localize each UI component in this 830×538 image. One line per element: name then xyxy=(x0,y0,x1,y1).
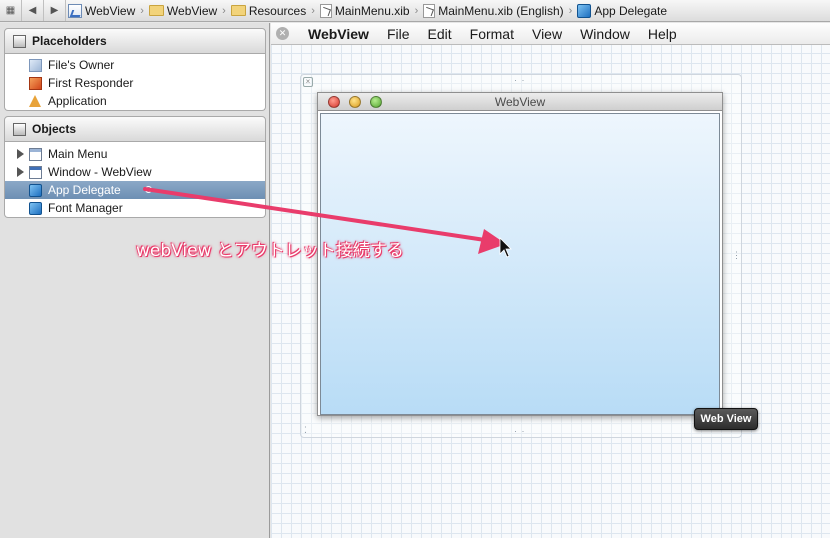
list-item-main-menu[interactable]: Main Menu xyxy=(5,145,265,163)
breadcrumb-separator-icon: › xyxy=(311,4,315,17)
list-item-label: Application xyxy=(48,94,107,108)
breadcrumb-label: MainMenu.xib (English) xyxy=(438,3,564,18)
first-responder-icon xyxy=(29,76,42,90)
close-icon[interactable]: ✕ xyxy=(276,27,289,40)
resize-handle-icon[interactable]: ⁚ xyxy=(304,425,308,436)
breadcrumb-item[interactable]: App Delegate xyxy=(575,3,669,18)
menu-icon xyxy=(29,147,42,161)
annotation-label: webView とアウトレット接続する xyxy=(136,241,404,261)
resize-handle-icon[interactable]: · · xyxy=(514,426,526,436)
web-view[interactable] xyxy=(320,113,720,415)
folder-icon xyxy=(148,5,164,16)
window-title: WebView xyxy=(494,95,546,109)
menu-item-view[interactable]: View xyxy=(523,26,571,42)
list-item-first-responder[interactable]: First Responder xyxy=(5,74,265,92)
placeholders-list: File's Owner First Responder Application xyxy=(4,54,266,111)
application-icon xyxy=(29,94,42,108)
menu-item-app[interactable]: WebView xyxy=(299,26,378,42)
list-item-label: Font Manager xyxy=(48,201,123,215)
files-owner-icon xyxy=(29,58,42,72)
cube-icon xyxy=(577,3,592,18)
list-item-application[interactable]: Application xyxy=(5,92,265,110)
breadcrumb-separator-icon: › xyxy=(140,4,144,17)
placeholders-header: Placeholders xyxy=(4,28,266,54)
breadcrumb-label: Resources xyxy=(248,3,307,18)
list-item-app-delegate[interactable]: App Delegate xyxy=(5,181,265,199)
outlet-connector-icon[interactable] xyxy=(145,186,152,193)
breadcrumb-item[interactable]: MainMenu.xib xyxy=(318,3,412,18)
breadcrumb-label: App Delegate xyxy=(594,3,668,18)
list-item-label: App Delegate xyxy=(48,183,121,197)
jump-bar: ▦ ◀ ▶ WebView › WebView › Resources › Ma… xyxy=(0,0,830,22)
menu-item-edit[interactable]: Edit xyxy=(419,26,461,42)
close-icon[interactable]: × xyxy=(303,77,313,87)
list-item-label: First Responder xyxy=(48,76,134,90)
window-icon xyxy=(29,165,42,179)
breadcrumb-item[interactable]: Resources xyxy=(229,4,308,18)
breadcrumb-item[interactable]: WebView xyxy=(66,3,137,18)
folder-icon xyxy=(230,5,246,16)
menu-item-file[interactable]: File xyxy=(378,26,419,42)
forward-arrow-icon[interactable]: ▶ xyxy=(44,0,66,21)
placeholders-title: Placeholders xyxy=(32,34,107,48)
list-item-label: File's Owner xyxy=(48,58,115,72)
list-item-label: Main Menu xyxy=(48,147,108,161)
breadcrumb-label: WebView xyxy=(166,3,218,18)
menu-item-window[interactable]: Window xyxy=(571,26,639,42)
cube-icon xyxy=(29,183,42,197)
objects-header: Objects xyxy=(4,116,266,142)
document-outline: Placeholders File's Owner First Responde… xyxy=(0,23,270,538)
xib-icon xyxy=(319,3,332,18)
project-icon xyxy=(68,3,82,18)
close-button-icon[interactable] xyxy=(328,96,340,108)
menu-item-help[interactable]: Help xyxy=(639,26,686,42)
cube-icon xyxy=(13,122,26,136)
breadcrumb-label: WebView xyxy=(85,3,136,18)
breadcrumb-separator-icon: › xyxy=(222,4,226,17)
disclosure-triangle-icon[interactable] xyxy=(17,167,24,177)
resize-handle-icon[interactable]: · · xyxy=(514,75,526,85)
objects-title: Objects xyxy=(32,122,77,136)
xib-icon xyxy=(423,3,436,18)
cube-icon xyxy=(29,201,42,215)
breadcrumb-item[interactable]: WebView xyxy=(147,4,219,18)
list-item-window[interactable]: Window - WebView xyxy=(5,163,265,181)
resize-handle-icon[interactable]: ⋮ xyxy=(732,250,742,261)
back-arrow-icon[interactable]: ◀ xyxy=(22,0,44,21)
breadcrumb-label: MainMenu.xib xyxy=(334,3,410,18)
web-view-badge: Web View xyxy=(694,408,758,430)
disclosure-triangle-icon[interactable] xyxy=(17,149,24,159)
list-item-label: Window - WebView xyxy=(48,165,152,179)
cube-outline-icon xyxy=(13,34,26,48)
related-items-icon[interactable]: ▦ xyxy=(0,0,22,21)
window-titlebar[interactable]: WebView xyxy=(318,93,722,111)
menu-item-format[interactable]: Format xyxy=(461,26,523,42)
menu-bar-preview: ✕ WebView File Edit Format View Window H… xyxy=(271,23,830,45)
breadcrumb-item[interactable]: MainMenu.xib (English) xyxy=(421,3,565,18)
breadcrumb-separator-icon: › xyxy=(414,4,419,17)
objects-list: Main Menu Window - WebView App Delegate … xyxy=(4,142,266,218)
minimize-button-icon[interactable] xyxy=(349,96,361,108)
list-item-files-owner[interactable]: File's Owner xyxy=(5,56,265,74)
zoom-button-icon[interactable] xyxy=(370,96,382,108)
list-item-font-manager[interactable]: Font Manager xyxy=(5,199,265,217)
breadcrumb-separator-icon: › xyxy=(568,4,573,17)
